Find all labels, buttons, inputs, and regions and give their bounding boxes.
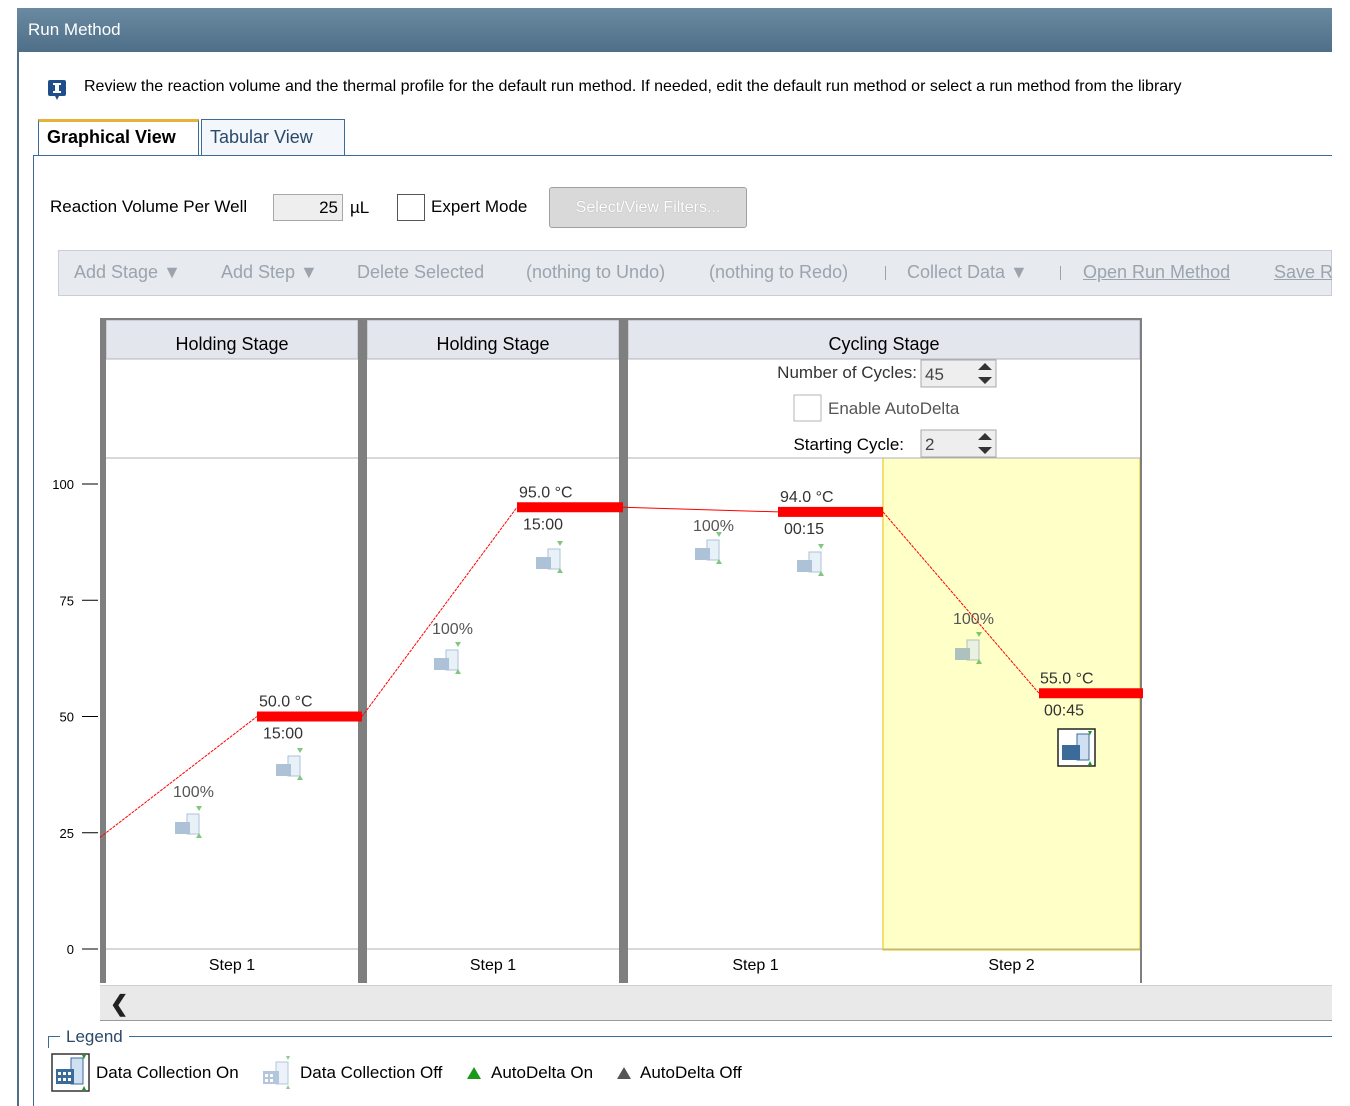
data-collection-off-icon[interactable] (276, 748, 303, 780)
legend-border-corner (48, 1036, 49, 1048)
step-time-label[interactable]: 00:15 (784, 521, 824, 538)
ramp-line[interactable] (622, 506, 779, 513)
ramp-line[interactable] (99, 716, 258, 838)
legend-border (48, 1036, 1332, 1037)
stage-divider[interactable] (619, 320, 628, 983)
ramp-rate-label[interactable]: 100% (693, 518, 734, 535)
selected-step-highlight[interactable] (882, 457, 1141, 951)
legend-title: Legend (60, 1027, 129, 1047)
step-label: Step 2 (988, 957, 1034, 974)
data-collection-off-icon (263, 1056, 290, 1089)
stage-divider (1140, 320, 1142, 983)
data-collection-off-icon[interactable] (175, 806, 202, 838)
step-temperature-label[interactable]: 94.0 °C (780, 489, 834, 506)
ramp-rate-label[interactable]: 100% (432, 621, 473, 638)
ramp-line[interactable] (361, 506, 518, 717)
data-collection-off-icon[interactable] (695, 532, 722, 564)
plot-top-border (100, 318, 1142, 320)
data-collection-on-icon[interactable] (1057, 728, 1096, 767)
thermal-profile-chart: Holding Stage Holding Stage Cycling Stage 1… (52, 318, 1143, 983)
hold-bar[interactable] (778, 506, 883, 517)
ramp-rate-label[interactable]: 100% (173, 784, 214, 801)
hold-bar[interactable] (1039, 688, 1143, 699)
y-axis-tick-label: 100 (52, 477, 74, 492)
step-temperature-label[interactable]: 55.0 °C (1040, 670, 1094, 687)
y-axis-tick-label: 25 (60, 826, 74, 841)
y-axis-tick-label: 50 (60, 710, 74, 725)
stage-title: Holding Stage (175, 334, 288, 354)
autodelta-off-icon (617, 1067, 631, 1079)
autodelta-on-icon (467, 1067, 481, 1079)
step-time-label[interactable]: 15:00 (263, 726, 303, 743)
hold-bar[interactable] (517, 502, 623, 513)
step-label: Step 1 (470, 957, 516, 974)
legend-autodelta-off: AutoDelta Off (640, 1063, 742, 1082)
starting-cycle-label: Starting Cycle: (793, 435, 904, 454)
ramp-rate-label[interactable]: 100% (953, 611, 994, 628)
step-time-label[interactable]: 00:45 (1044, 702, 1084, 719)
step-temperature-label[interactable]: 95.0 °C (519, 484, 573, 501)
step-label: Step 1 (209, 957, 255, 974)
step-temperature-label[interactable]: 50.0 °C (259, 694, 313, 711)
data-collection-off-icon[interactable] (797, 544, 824, 576)
starting-cycle-value: 2 (925, 435, 934, 454)
legend-data-collection-off: Data Collection Off (300, 1063, 443, 1082)
stage-title: Holding Stage (436, 334, 549, 354)
legend-data-collection-on: Data Collection On (96, 1063, 239, 1082)
stage-title: Cycling Stage (828, 334, 939, 354)
horizontal-scrollbar[interactable] (100, 985, 1332, 1021)
y-axis-tick-label: 75 (60, 593, 74, 608)
data-collection-off-icon[interactable] (434, 642, 461, 674)
step-label: Step 1 (732, 957, 778, 974)
hold-bar[interactable] (257, 711, 362, 722)
data-collection-off-icon[interactable] (536, 541, 563, 573)
data-collection-on-icon (51, 1053, 90, 1092)
stage-divider[interactable] (358, 320, 367, 983)
stage-divider[interactable] (100, 320, 106, 983)
enable-autodelta-label: Enable AutoDelta (828, 399, 960, 418)
scroll-left-arrow-icon[interactable]: ❮ (110, 991, 128, 1017)
enable-autodelta-checkbox[interactable] (793, 394, 822, 422)
y-axis-tick-label: 0 (67, 942, 74, 957)
step-time-label[interactable]: 15:00 (523, 516, 563, 533)
number-of-cycles-label: Number of Cycles: (777, 363, 917, 382)
number-of-cycles-value: 45 (925, 365, 944, 384)
legend-autodelta-on: AutoDelta On (491, 1063, 594, 1082)
